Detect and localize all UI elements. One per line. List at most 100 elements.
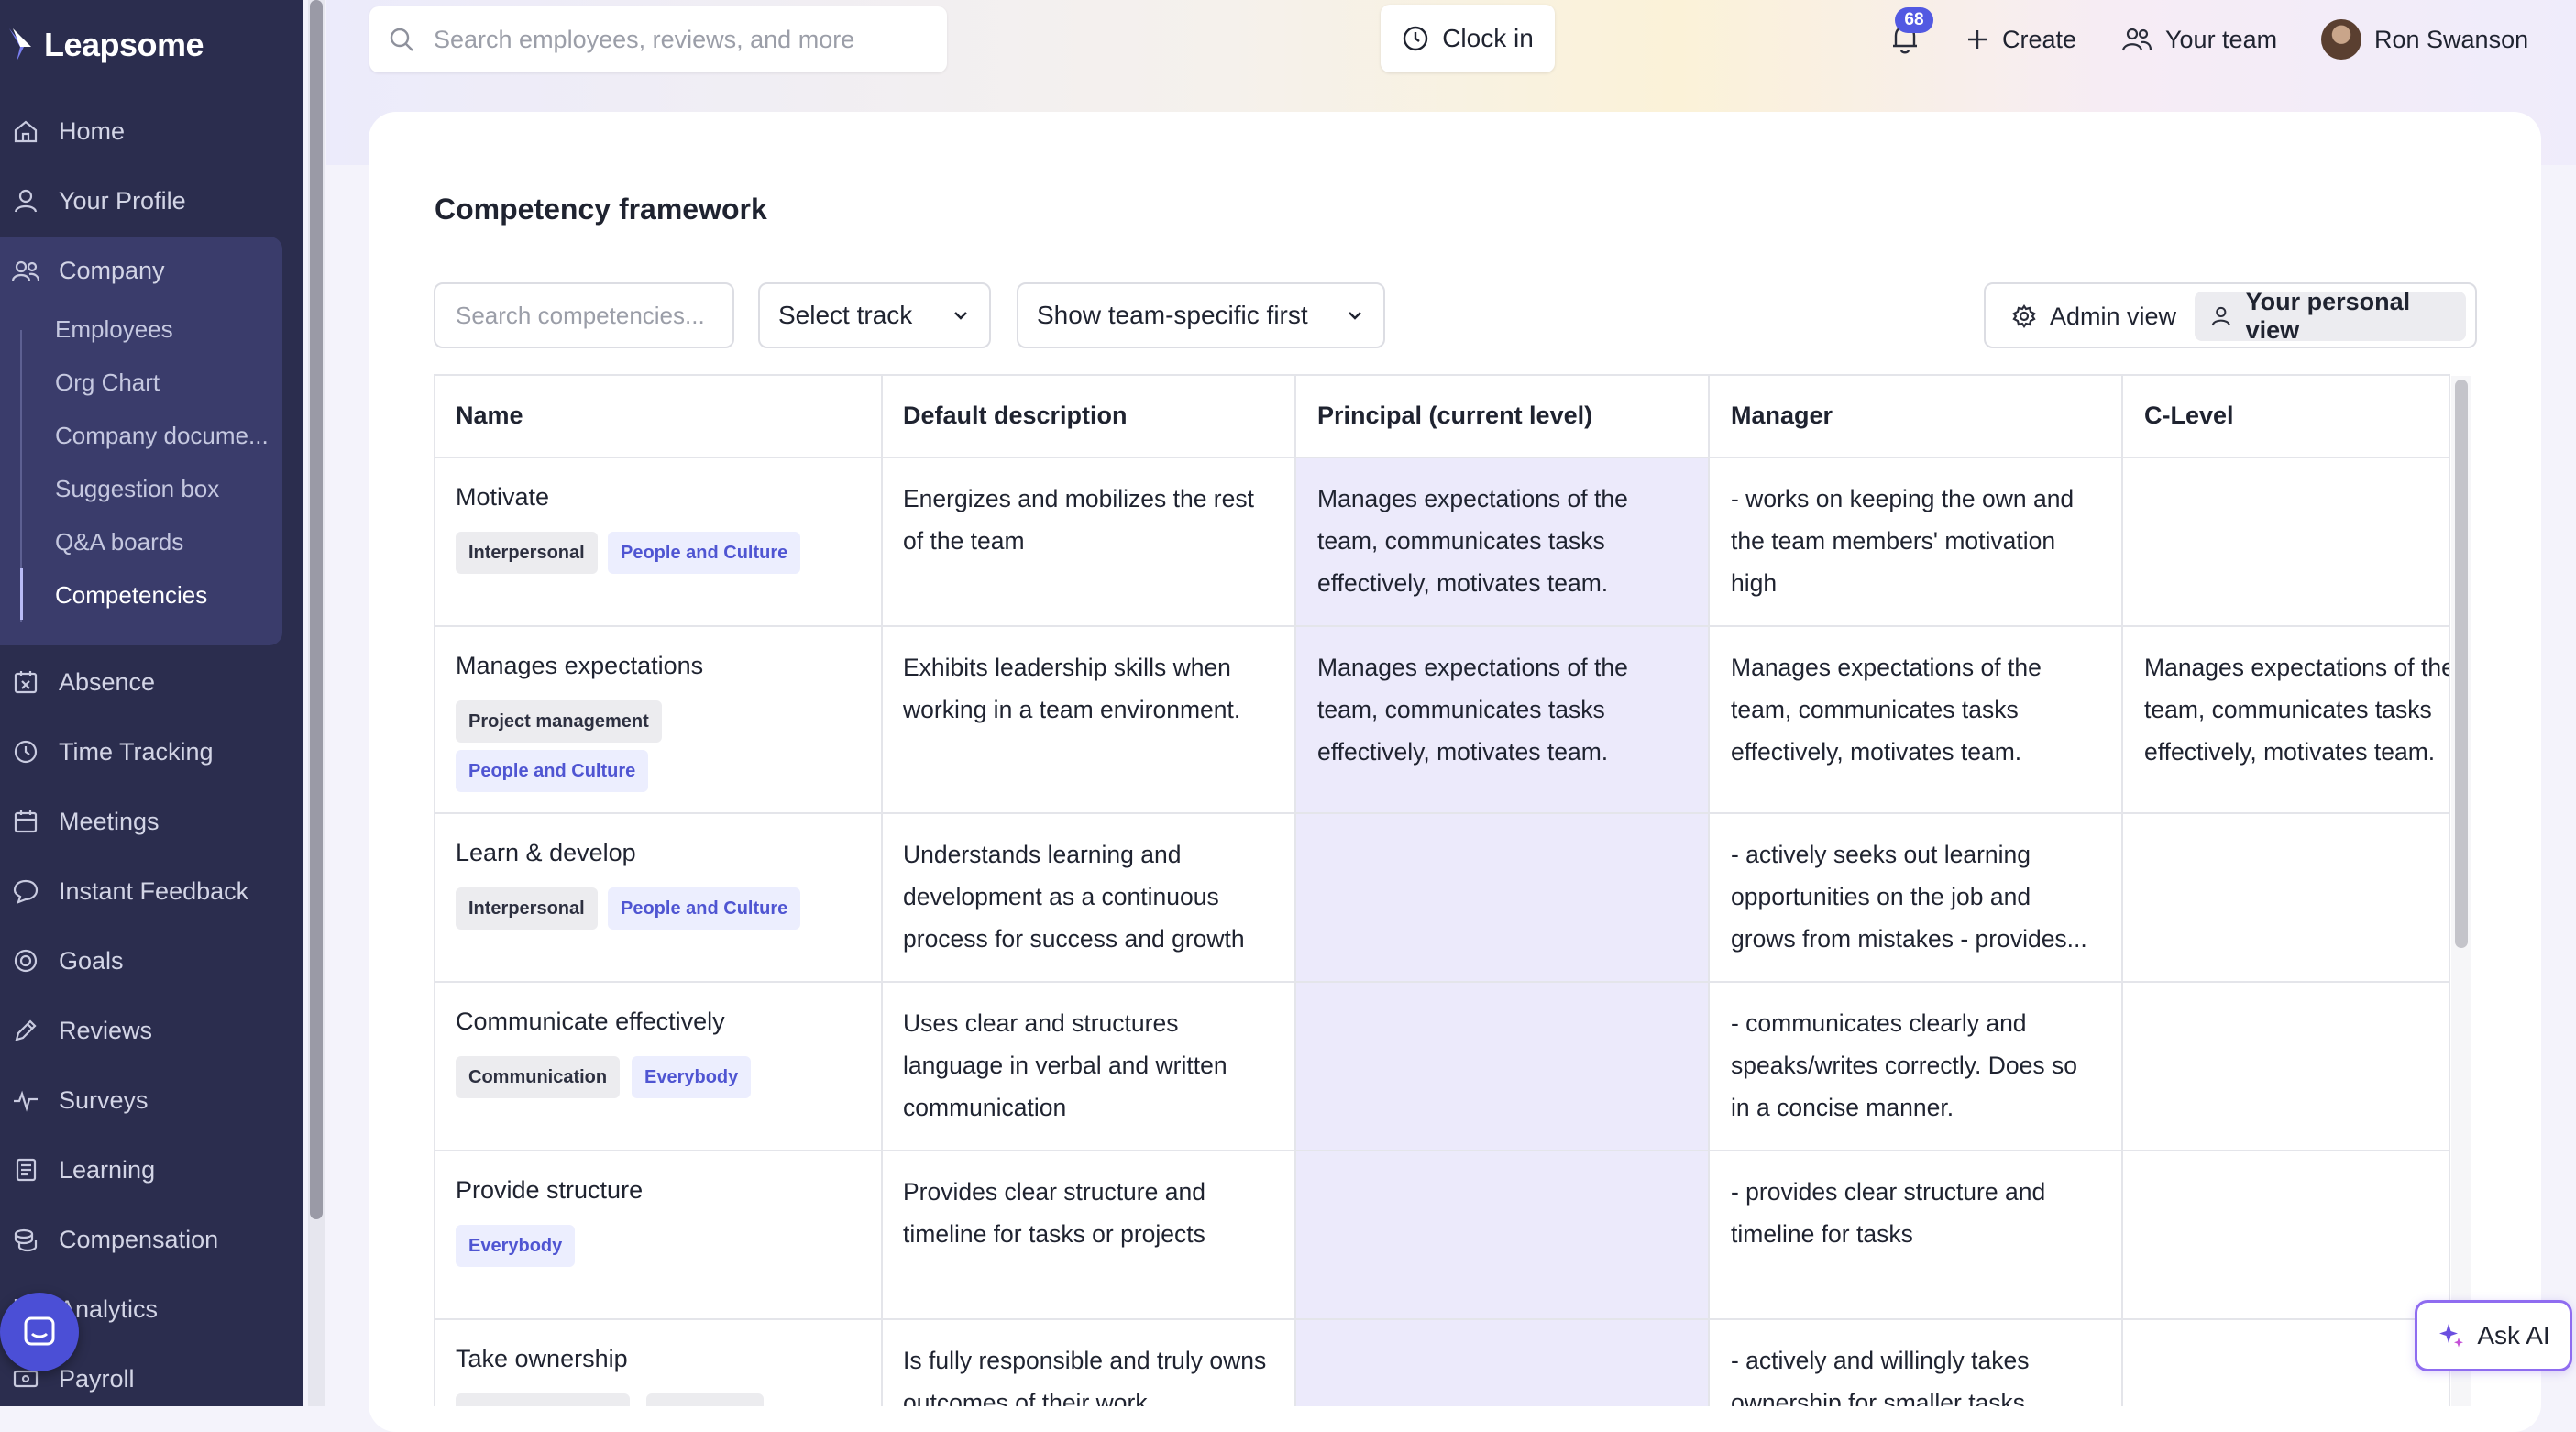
- competency-name[interactable]: Provide structure: [456, 1176, 643, 1205]
- cell-manager: - provides clear structure and timeline …: [1731, 1171, 2116, 1255]
- clock-in-button[interactable]: Clock in: [1381, 5, 1555, 72]
- your-team-button[interactable]: Your team: [2121, 20, 2277, 59]
- cell-description: Understands learning and development as …: [903, 833, 1288, 960]
- support-chat-button[interactable]: [0, 1293, 79, 1371]
- sidebar-item-absence[interactable]: Absence: [0, 655, 284, 710]
- row-divider: [435, 457, 2449, 458]
- sidebar-sub-qa-boards[interactable]: Q&A boards: [55, 523, 284, 560]
- pulse-icon: [14, 1090, 38, 1112]
- competency-search[interactable]: [434, 282, 734, 348]
- sidebar-item-goals[interactable]: Goals: [0, 933, 284, 988]
- create-button[interactable]: Create: [1965, 20, 2076, 59]
- sidebar-item-label: Learning: [59, 1155, 156, 1184]
- sidebar-item-learning[interactable]: Learning: [0, 1142, 284, 1197]
- cell-line: Exhibits leadership skills when: [903, 654, 1231, 681]
- cell-line: opportunities on the job and: [1731, 883, 2031, 910]
- sidebar-sub-suggestion-box[interactable]: Suggestion box: [55, 470, 284, 507]
- cell-description: Provides clear structure and timeline fo…: [903, 1171, 1288, 1255]
- tag-group: People and Culture: [608, 532, 801, 574]
- sidebar-item-company[interactable]: Company: [0, 243, 284, 298]
- cell-line: language in verbal and written: [903, 1052, 1227, 1079]
- cell-line: effectively, motivates team.: [1317, 569, 1609, 597]
- competency-search-input[interactable]: [454, 300, 720, 331]
- ask-ai-button[interactable]: Ask AI: [2415, 1300, 2572, 1371]
- cell-line: Understands learning and: [903, 841, 1182, 868]
- cell-line: speaks/writes correctly. Does so: [1731, 1052, 2077, 1079]
- cell-line: process for success and growth: [903, 925, 1245, 953]
- user-name: Ron Swanson: [2374, 25, 2529, 53]
- cell-line: Manages expectations of the: [1317, 654, 1628, 681]
- header-c-level[interactable]: C-Level: [2144, 402, 2234, 430]
- personal-view-toggle[interactable]: Your personal view: [2195, 288, 2466, 344]
- sidebar-sub-company-documents[interactable]: Company docume...: [55, 417, 284, 454]
- header-name[interactable]: Name: [456, 402, 523, 430]
- user-menu[interactable]: Ron Swanson: [2321, 19, 2529, 60]
- cell-line: effectively, motivates team.: [1731, 738, 2022, 766]
- competency-name[interactable]: Manages expectations: [456, 652, 703, 680]
- page-title: Competency framework: [435, 193, 767, 226]
- tag-category: Interpersonal: [456, 887, 598, 930]
- global-search-input[interactable]: [432, 24, 927, 55]
- cell-description: Energizes and mobilizes the rest of the …: [903, 478, 1288, 562]
- row-divider: [435, 1150, 2449, 1151]
- cell-line: - works on keeping the own and: [1731, 485, 2075, 512]
- admin-view-label: Admin view: [2050, 302, 2177, 330]
- admin-view-toggle[interactable]: Admin view: [1997, 292, 2191, 341]
- competency-name[interactable]: Communicate effectively: [456, 1008, 725, 1036]
- create-label: Create: [2002, 25, 2077, 53]
- cell-principal: Manages expectations of the team, commun…: [1317, 478, 1702, 604]
- row-divider: [435, 1318, 2449, 1320]
- tag-group: [646, 1393, 764, 1406]
- coins-icon: [14, 1228, 38, 1252]
- cell-description: Uses clear and structures language in ve…: [903, 1002, 1288, 1129]
- sidebar-item-reviews[interactable]: Reviews: [0, 1003, 284, 1058]
- sort-select[interactable]: Show team-specific first: [1017, 282, 1385, 348]
- sidebar-scrollbar-thumb[interactable]: [310, 0, 323, 1219]
- header-default-description[interactable]: Default description: [903, 402, 1128, 430]
- competency-name[interactable]: Learn & develop: [456, 839, 636, 867]
- sidebar-item-surveys[interactable]: Surveys: [0, 1073, 284, 1128]
- sidebar-item-label: Instant Feedback: [59, 876, 249, 905]
- cell-line: team, communicates tasks: [1731, 696, 2019, 723]
- search-icon: [390, 28, 413, 51]
- cell-line: ownership for smaller tasks: [1731, 1389, 2026, 1406]
- avatar: [2321, 19, 2361, 60]
- sidebar-sub-employees[interactable]: Employees: [55, 311, 284, 347]
- sidebar-item-compensation[interactable]: Compensation: [0, 1212, 284, 1267]
- sidebar-sub-org-chart[interactable]: Org Chart: [55, 364, 284, 401]
- cell-manager: - communicates clearly and speaks/writes…: [1731, 1002, 2116, 1129]
- header-manager[interactable]: Manager: [1731, 402, 1833, 430]
- tag-category: [456, 1393, 630, 1406]
- cell-line: team, communicates tasks: [1317, 527, 1605, 555]
- cell-line: team, communicates tasks: [2144, 696, 2432, 723]
- sidebar-item-home[interactable]: Home: [0, 104, 284, 159]
- sidebar-item-label: Meetings: [59, 807, 160, 835]
- sidebar-item-time-tracking[interactable]: Time Tracking: [0, 724, 284, 779]
- personal-view-label: Your personal view: [2245, 288, 2411, 344]
- sidebar-item-meetings[interactable]: Meetings: [0, 794, 284, 849]
- cell-line: effectively, motivates team.: [1317, 738, 1609, 766]
- sidebar-item-instant-feedback[interactable]: Instant Feedback: [0, 864, 284, 919]
- global-search[interactable]: [369, 6, 947, 72]
- sidebar-item-your-profile[interactable]: Your Profile: [0, 173, 284, 228]
- target-icon: [14, 949, 38, 973]
- track-select[interactable]: Select track: [758, 282, 991, 348]
- cell-line: team, communicates tasks: [1317, 696, 1605, 723]
- sidebar: Leapsome Home Your Profile Company Emplo…: [0, 0, 303, 1406]
- header-principal[interactable]: Principal (current level): [1317, 402, 1592, 430]
- sidebar-sub-competencies[interactable]: Competencies: [55, 577, 284, 613]
- track-select-label: Select track: [778, 301, 913, 329]
- your-team-label: Your team: [2165, 25, 2278, 53]
- cell-line: - provides clear structure and: [1731, 1178, 2046, 1206]
- table-scrollbar-thumb[interactable]: [2455, 380, 2468, 948]
- cell-line: Manages expectations of the: [1317, 485, 1628, 512]
- chat-bubble-icon: [24, 1316, 55, 1346]
- competency-table: Name Default description Principal (curr…: [434, 374, 2450, 1406]
- competency-name[interactable]: Take ownership: [456, 1345, 628, 1373]
- leapsome-logo[interactable]: Leapsome: [7, 26, 204, 64]
- cell-description: Exhibits leadership skills when working …: [903, 646, 1288, 731]
- sort-select-label: Show team-specific first: [1037, 301, 1308, 329]
- clock-icon: [1404, 26, 1428, 51]
- competency-name[interactable]: Motivate: [456, 483, 549, 512]
- cell-line: - actively and willingly takes: [1731, 1347, 2030, 1374]
